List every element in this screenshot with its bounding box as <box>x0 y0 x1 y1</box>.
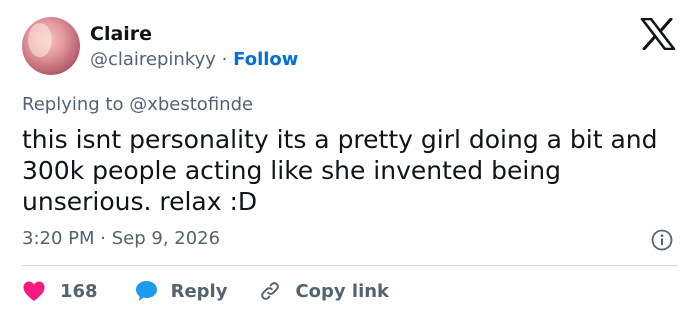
reply-mention[interactable]: @xbestofinde <box>129 94 253 115</box>
reply-context: Replying to @xbestofinde <box>22 94 253 116</box>
avatar[interactable] <box>22 17 80 75</box>
copy-link-button[interactable]: Copy link <box>259 280 389 302</box>
action-bar: 168 Reply Copy link <box>22 279 389 303</box>
like-count: 168 <box>60 280 98 302</box>
reply-prefix: Replying to <box>22 94 124 115</box>
link-icon <box>261 282 280 300</box>
divider <box>22 265 678 266</box>
follow-button[interactable]: Follow <box>233 49 298 70</box>
speech-bubble-icon <box>135 281 157 301</box>
x-logo-icon[interactable] <box>640 18 676 50</box>
heart-icon <box>23 281 45 301</box>
timestamp-separator: · <box>100 228 106 249</box>
tweet-time[interactable]: 3:20 PM <box>22 228 95 249</box>
author-name[interactable]: Claire <box>90 22 152 46</box>
author-handle[interactable]: @clairepinkyy <box>90 49 216 70</box>
author-handle-line: @clairepinkyy · Follow <box>90 49 298 71</box>
handle-separator: · <box>221 49 228 70</box>
tweet-text: this isnt personality its a pretty girl … <box>22 125 658 216</box>
tweet-date[interactable]: Sep 9, 2026 <box>112 228 220 249</box>
reply-label: Reply <box>170 280 228 302</box>
like-button[interactable]: 168 <box>22 280 98 302</box>
copy-link-label: Copy link <box>295 280 390 302</box>
reply-button[interactable]: Reply <box>134 279 228 303</box>
tweet-timestamp[interactable]: 3:20 PM · Sep 9, 2026 <box>22 228 220 250</box>
info-icon[interactable] <box>651 229 673 251</box>
